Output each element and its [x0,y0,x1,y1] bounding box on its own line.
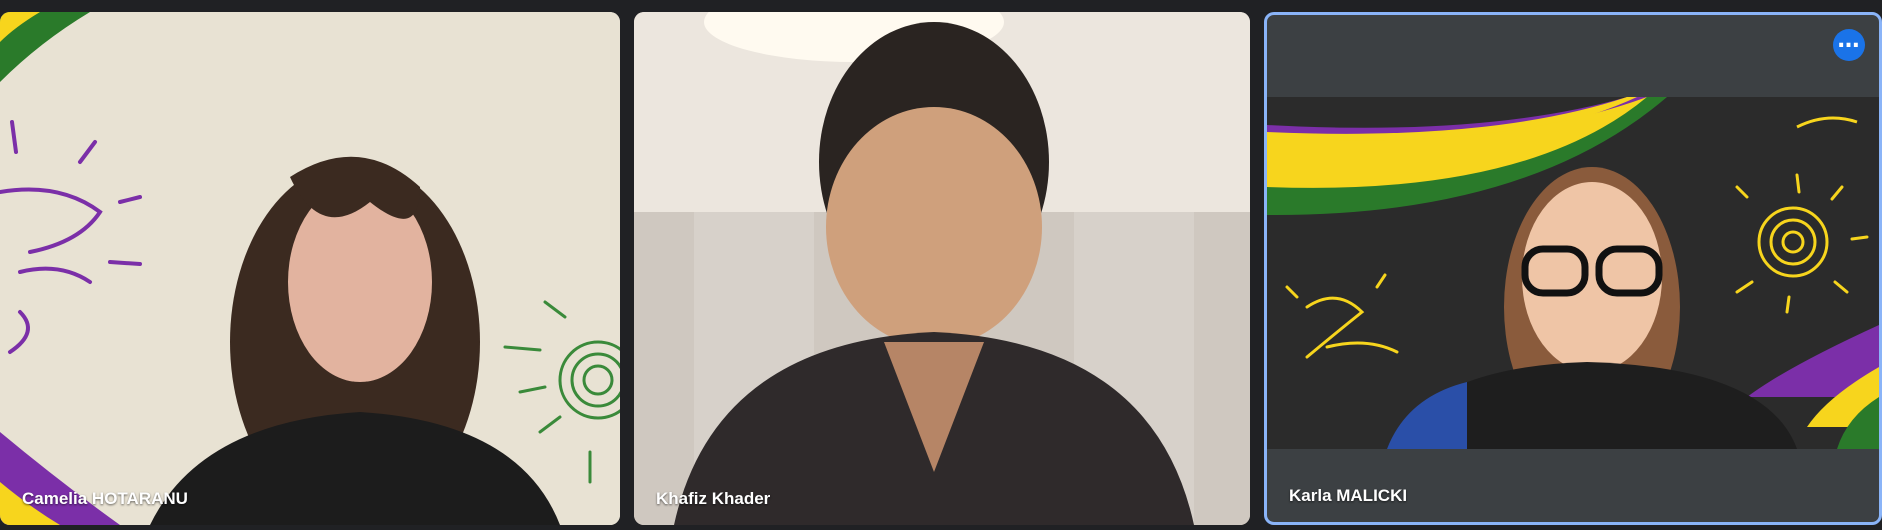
participant-name: Khafiz Khader [656,489,771,508]
participant-name: Karla MALICKI [1289,486,1408,505]
participant-tile-1[interactable]: Camelia HOTARANU [0,12,620,525]
participant-tile-2[interactable]: Khafiz Khader [634,12,1250,525]
more-options-icon: … [1837,28,1861,53]
participant-tile-3-active[interactable]: … Karla MALICKI [1264,12,1882,525]
participant-name: Camelia HOTARANU [22,489,188,508]
tile-2-video [634,12,1250,525]
more-options-button[interactable]: … [1833,29,1865,61]
tile-1-video [0,12,620,525]
tile-3-video [1267,97,1879,449]
